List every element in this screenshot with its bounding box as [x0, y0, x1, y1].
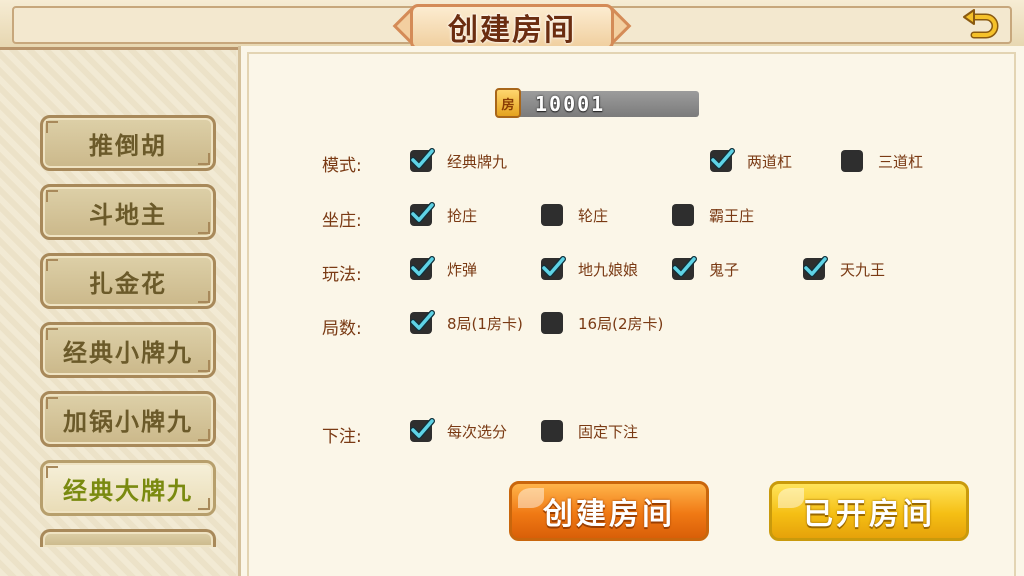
checkbox-checked[interactable] [410, 418, 435, 442]
check-icon [410, 310, 435, 331]
option-label: 两道杠 [747, 152, 793, 171]
option-choose-each-time[interactable]: 每次选分 [410, 418, 508, 442]
sidebar-item-classic-small-paijiu[interactable]: 经典小牌九 [40, 322, 216, 378]
page-title: 创建房间 [448, 13, 576, 48]
check-icon [410, 148, 435, 169]
option-label: 8局(1房卡) [447, 314, 523, 333]
check-icon [710, 148, 735, 169]
room-card-icon: 房 [495, 88, 521, 118]
check-icon [803, 256, 828, 277]
sidebar-item-tuidaohu[interactable]: 推倒胡 [40, 115, 216, 171]
banker-label: 坐庄: [322, 211, 362, 231]
button-shine [778, 488, 804, 508]
option-label: 天九王 [840, 260, 886, 279]
option-fixed-bet[interactable]: 固定下注 [541, 420, 638, 442]
checkbox-checked[interactable] [410, 202, 435, 226]
checkbox[interactable] [672, 204, 694, 226]
sidebar-item-label: 扎金花 [89, 268, 167, 298]
option-label: 经典牌九 [447, 152, 508, 171]
checkbox-checked[interactable] [710, 148, 735, 172]
option-label: 三道杠 [878, 152, 924, 171]
opened-rooms-button[interactable]: 已开房间 [769, 481, 969, 541]
option-label: 固定下注 [578, 422, 639, 441]
back-button[interactable] [958, 8, 1002, 44]
checkbox-checked[interactable] [672, 256, 697, 280]
option-three-bars[interactable]: 三道杠 [841, 150, 923, 172]
sidebar-item-classic-big-paijiu[interactable]: 经典大牌九 [40, 460, 216, 516]
option-rotate-banker[interactable]: 轮庄 [541, 204, 608, 226]
checkbox[interactable] [541, 420, 563, 442]
option-two-bars[interactable]: 两道杠 [710, 148, 793, 172]
title-plaque: 创建房间 [392, 4, 632, 50]
back-arrow-icon [963, 9, 999, 39]
checkbox-checked[interactable] [803, 256, 828, 280]
option-label: 鬼子 [709, 260, 740, 279]
corner-ornament [198, 291, 210, 303]
check-icon [672, 256, 697, 277]
create-room-button[interactable]: 创建房间 [509, 481, 709, 541]
corner-ornament [198, 498, 210, 510]
sidebar-item-label: 经典小牌九 [63, 337, 193, 367]
sidebar-item-label: 推倒胡 [89, 130, 167, 160]
corner-ornament [46, 397, 58, 409]
bet-label: 下注: [322, 427, 362, 447]
option-guizi[interactable]: 鬼子 [672, 256, 740, 280]
sidebar-item-zhajinhua[interactable]: 扎金花 [40, 253, 216, 309]
option-grab-banker[interactable]: 抢庄 [410, 202, 478, 226]
option-classic-paijiu[interactable]: 经典牌九 [410, 148, 508, 172]
corner-ornament [46, 259, 58, 271]
button-shine [518, 488, 544, 508]
option-8-rounds[interactable]: 8局(1房卡) [410, 310, 523, 334]
sidebar-item-label: 加锅小牌九 [63, 406, 193, 436]
corner-ornament [46, 121, 58, 133]
corner-ornament [198, 360, 210, 372]
corner-ornament [46, 328, 58, 340]
check-icon [410, 202, 435, 223]
play-label: 玩法: [322, 265, 362, 285]
sidebar-item-jiaguo-small-paijiu[interactable]: 加锅小牌九 [40, 391, 216, 447]
option-label: 轮庄 [578, 206, 609, 225]
sidebar-item-doudizhu[interactable]: 斗地主 [40, 184, 216, 240]
corner-ornament [198, 429, 210, 441]
room-number-display: 房 10001 [495, 88, 701, 118]
create-room-label: 创建房间 [543, 497, 675, 532]
checkbox[interactable] [541, 312, 563, 334]
check-icon [410, 256, 435, 277]
option-label: 炸弹 [447, 260, 478, 279]
option-overlord-banker[interactable]: 霸王庄 [672, 204, 754, 226]
option-label: 抢庄 [447, 206, 478, 225]
checkbox-checked[interactable] [410, 310, 435, 334]
check-icon [541, 256, 566, 277]
check-icon [410, 418, 435, 439]
option-bomb[interactable]: 炸弹 [410, 256, 478, 280]
checkbox-checked[interactable] [410, 256, 435, 280]
corner-ornament [198, 153, 210, 165]
option-tianjiu-wang[interactable]: 天九王 [803, 256, 886, 280]
checkbox-checked[interactable] [541, 256, 566, 280]
checkbox-checked[interactable] [410, 148, 435, 172]
option-label: 霸王庄 [709, 206, 755, 225]
room-number: 10001 [511, 91, 699, 117]
option-dijiu-niangniang[interactable]: 地九娘娘 [541, 256, 639, 280]
corner-ornament [198, 222, 210, 234]
option-label: 每次选分 [447, 422, 508, 441]
sidebar-item-partial[interactable] [40, 529, 216, 547]
rounds-label: 局数: [322, 319, 362, 339]
option-label: 16局(2房卡) [578, 314, 664, 333]
corner-ornament [46, 466, 58, 478]
checkbox[interactable] [841, 150, 863, 172]
sidebar-item-label: 经典大牌九 [63, 475, 193, 505]
option-16-rounds[interactable]: 16局(2房卡) [541, 312, 663, 334]
mode-label: 模式: [322, 156, 362, 176]
corner-ornament [46, 190, 58, 202]
opened-rooms-label: 已开房间 [803, 497, 935, 532]
checkbox[interactable] [541, 204, 563, 226]
sidebar-item-label: 斗地主 [89, 199, 167, 229]
option-label: 地九娘娘 [578, 260, 639, 279]
